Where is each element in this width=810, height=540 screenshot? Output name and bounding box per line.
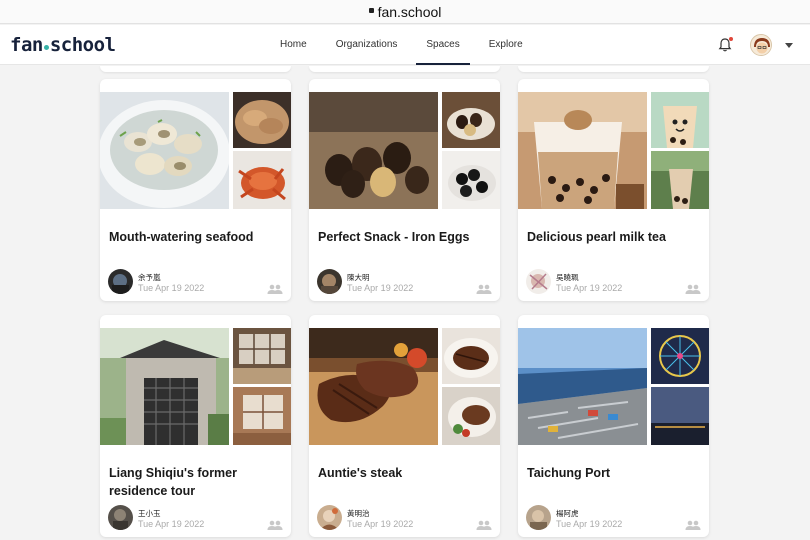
post-date: Tue Apr 19 2022	[556, 283, 623, 293]
space-card[interactable]: Mouth-watering seafood 余予嵐 Tue Apr 19 20…	[100, 79, 291, 301]
nav-explore[interactable]: Explore	[479, 25, 533, 65]
author-avatar[interactable]	[108, 269, 133, 294]
card-cover-image	[518, 328, 647, 445]
lock-icon	[368, 8, 374, 13]
author-name[interactable]: 黃明治	[347, 508, 370, 519]
post-date: Tue Apr 19 2022	[138, 519, 205, 529]
nav-organizations[interactable]: Organizations	[326, 25, 408, 65]
author-name[interactable]: 陳大明	[347, 272, 370, 283]
post-date: Tue Apr 19 2022	[138, 283, 205, 293]
people-icon	[476, 520, 492, 530]
card-thumb-image	[442, 151, 500, 209]
space-card[interactable]: Taichung Port 楊阿虎 Tue Apr 19 2022	[518, 315, 709, 537]
card-title[interactable]: Perfect Snack - Iron Eggs	[318, 228, 493, 246]
card-title[interactable]: Auntie's steak	[318, 464, 493, 482]
card-thumb-image	[442, 92, 500, 148]
logo-dot	[43, 45, 49, 50]
browser-url-bar[interactable]: fan.school	[0, 0, 810, 24]
card-edge	[518, 66, 709, 72]
author-avatar[interactable]	[317, 505, 342, 530]
card-thumb-image	[233, 92, 291, 148]
author-name[interactable]: 余予嵐	[138, 272, 161, 283]
author-avatar[interactable]	[526, 505, 551, 530]
post-date: Tue Apr 19 2022	[556, 519, 623, 529]
card-thumb-image	[233, 328, 291, 384]
card-thumb-image	[442, 387, 500, 445]
logo-part-1: fan	[10, 34, 43, 56]
space-card[interactable]: Liang Shiqiu's former residence tour 王小玉…	[100, 315, 291, 537]
card-cover-image	[518, 92, 647, 209]
author-name[interactable]: 楊阿虎	[556, 508, 579, 519]
top-navbar: fan school Home Organizations Spaces Expl…	[0, 25, 810, 65]
post-date: Tue Apr 19 2022	[347, 283, 414, 293]
card-cover-image	[309, 328, 438, 445]
card-title[interactable]: Liang Shiqiu's former residence tour	[109, 464, 284, 500]
card-title[interactable]: Mouth-watering seafood	[109, 228, 284, 246]
author-avatar[interactable]	[108, 505, 133, 530]
card-thumb-image	[233, 387, 291, 445]
site-logo[interactable]: fan school	[10, 34, 116, 56]
notification-dot	[729, 37, 733, 41]
notification-bell-icon[interactable]	[717, 37, 733, 53]
people-icon	[476, 284, 492, 294]
card-thumb-image	[651, 151, 709, 209]
card-thumb-image	[233, 151, 291, 209]
card-thumb-image	[651, 92, 709, 148]
main-nav: Home Organizations Spaces Explore	[270, 25, 542, 65]
url-text: fan.school	[377, 3, 442, 20]
card-edge	[309, 66, 500, 72]
author-avatar[interactable]	[526, 269, 551, 294]
user-avatar[interactable]	[750, 34, 772, 56]
card-title[interactable]: Taichung Port	[527, 464, 702, 482]
card-cover-image	[309, 92, 438, 209]
people-icon	[685, 284, 701, 294]
people-icon	[267, 284, 283, 294]
card-title[interactable]: Delicious pearl milk tea	[527, 228, 702, 246]
people-icon	[685, 520, 701, 530]
space-card[interactable]: Auntie's steak 黃明治 Tue Apr 19 2022	[309, 315, 500, 537]
card-thumb-image	[651, 328, 709, 384]
card-cover-image	[100, 328, 229, 445]
card-edge	[100, 66, 291, 72]
space-card[interactable]: Delicious pearl milk tea 吳曉珮 Tue Apr 19 …	[518, 79, 709, 301]
people-icon	[267, 520, 283, 530]
card-thumb-image	[442, 328, 500, 384]
author-name[interactable]: 王小玉	[138, 508, 161, 519]
author-name[interactable]: 吳曉珮	[556, 272, 579, 283]
nav-home[interactable]: Home	[270, 25, 317, 65]
chevron-down-icon[interactable]	[785, 43, 793, 48]
author-avatar[interactable]	[317, 269, 342, 294]
nav-spaces[interactable]: Spaces	[416, 25, 471, 65]
card-thumb-image	[651, 387, 709, 445]
logo-part-2: school	[49, 34, 116, 56]
card-cover-image	[100, 92, 229, 209]
space-card[interactable]: Perfect Snack - Iron Eggs 陳大明 Tue Apr 19…	[309, 79, 500, 301]
post-date: Tue Apr 19 2022	[347, 519, 414, 529]
